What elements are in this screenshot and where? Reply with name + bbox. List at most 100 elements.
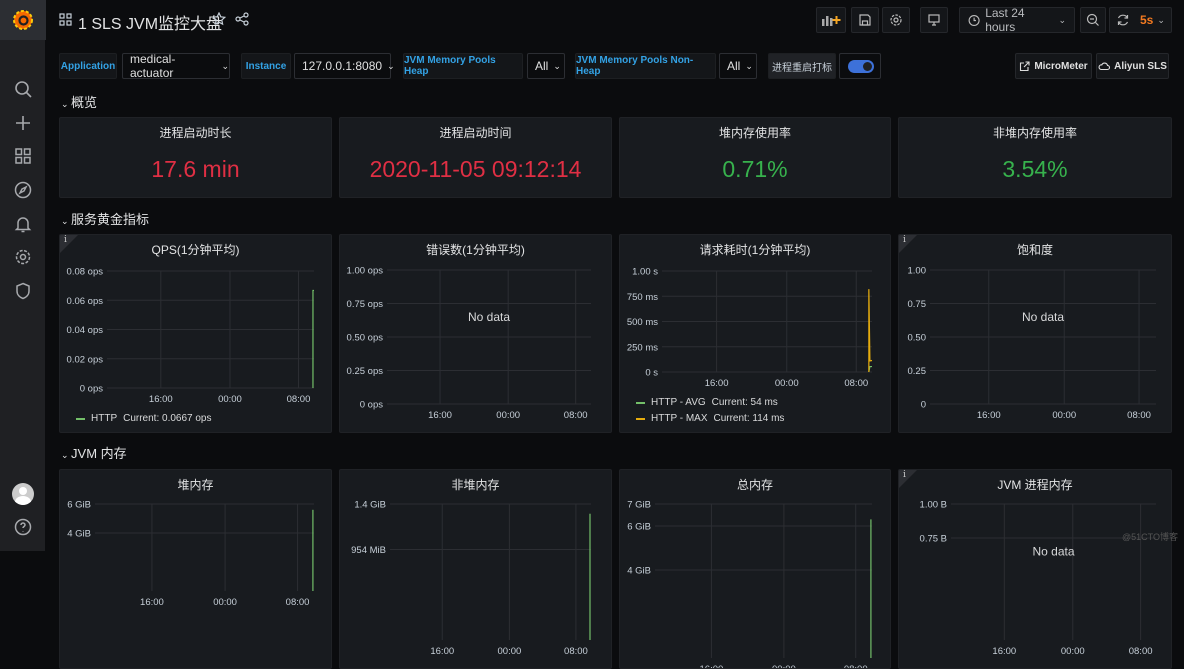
avatar[interactable] [12, 483, 34, 505]
dashboard-title[interactable]: 1 SLS JVM监控大盘 [78, 10, 222, 34]
variable-select-application[interactable]: medical-actuator ⌄ [122, 52, 230, 80]
explore-compass-icon[interactable] [13, 180, 33, 200]
gear-icon[interactable] [13, 247, 33, 267]
stat-panel-heap-usage[interactable]: 堆内存使用率 0.71% [619, 117, 891, 198]
variable-value: All [535, 59, 549, 73]
shield-icon[interactable] [13, 281, 33, 301]
save-icon [859, 14, 871, 26]
graph-panel[interactable]: 请求耗时(1分钟平均) 1.00 s 750 ms 500 ms 250 ms 0 s 16… [619, 234, 891, 433]
chevron-down-icon: ⌄ [553, 60, 561, 71]
stat-value: 2020-11-05 09:12:14 [369, 156, 582, 182]
annotation-toggle[interactable] [839, 53, 881, 79]
star-icon[interactable] [212, 12, 226, 26]
x-tick-label: 00:00 [775, 378, 799, 389]
graph-panel[interactable]: i JVM 进程内存 1.00 B 0.75 B 16:00 00:00 08:00 No d… [898, 469, 1172, 669]
panel-title: 堆内存使用率 [718, 126, 791, 140]
y-tick-label: 0.25 ops [347, 366, 384, 377]
series-line [312, 289, 314, 388]
toggle-switch[interactable] [848, 59, 874, 73]
graph-panel[interactable]: i 饱和度 1.00 0.75 0.50 0.25 0 16:00 00:00 08:00 No d… [898, 234, 1172, 433]
row-title: 服务黄金指标 [71, 212, 150, 227]
x-tick-label: 08:00 [286, 597, 310, 608]
dashboard-settings-button[interactable] [882, 7, 910, 33]
y-tick-label: 4 GiB [67, 529, 91, 540]
no-data-message: No data [1022, 310, 1064, 324]
variable-select-instance[interactable]: 127.0.0.1:8080 ⌄ [294, 53, 395, 79]
watermark: @51CTO博客 [1122, 532, 1178, 542]
no-data-message: No data [1032, 545, 1074, 559]
x-tick-label: 16:00 [705, 378, 729, 389]
graph-panel[interactable]: 总内存7 GiB6 GiB4 GiB16:0000:0008:00 [619, 469, 891, 669]
save-dashboard-button[interactable] [851, 7, 879, 33]
refresh-picker[interactable]: 5s ⌄ [1109, 7, 1172, 33]
legend-item[interactable]: HTTP - AVG Current: 54 ms [636, 397, 778, 408]
y-tick-label: 0.75 B [920, 534, 947, 545]
graph-plot: 1.4 GiB 954 MiB 16:00 00:00 08:00 [351, 500, 591, 657]
x-tick-label: 08:00 [564, 646, 588, 657]
stat-panel-nonheap-usage[interactable]: 非堆内存使用率 3.54% [898, 117, 1172, 198]
link-label: MicroMeter [1034, 60, 1088, 72]
help-icon[interactable] [13, 517, 33, 537]
series-line [868, 289, 873, 372]
link-aliyun-sls[interactable]: Aliyun SLS [1096, 53, 1169, 79]
time-range-picker[interactable]: Last 24 hours ⌄ [959, 6, 1075, 34]
legend-current-value: Current: 0.0667 ops [123, 413, 212, 424]
graph-panel[interactable]: 非堆内存 1.4 GiB 954 MiB 16:00 00:00 08:00 [339, 469, 612, 669]
stat-value: 3.54% [1002, 156, 1068, 182]
search-icon[interactable] [13, 79, 33, 99]
no-data-message: No data [468, 310, 510, 324]
legend-series-name: HTTP [91, 413, 118, 424]
share-icon[interactable] [235, 12, 249, 26]
refresh-icon [1117, 14, 1129, 26]
x-tick-label: 16:00 [428, 410, 452, 421]
variable-value: 127.0.0.1:8080 [302, 59, 383, 73]
panel-title: 进程启动时长 [159, 126, 232, 140]
y-tick-label: 1.00 [908, 266, 927, 277]
y-tick-label: 0 ops [80, 384, 103, 395]
variable-select-heap-pools[interactable]: All ⌄ [527, 53, 565, 79]
row-golden-signals[interactable]: ⌄ 服务黄金指标 [61, 209, 149, 228]
chevron-down-icon: ⌄ [61, 450, 72, 460]
graph-panel[interactable]: 堆内存 6 GiB 4 GiB 16:00 00:00 08:00 [59, 469, 332, 669]
x-tick-label: 00:00 [1061, 646, 1085, 657]
x-tick-label: 16:00 [992, 646, 1016, 657]
stat-value: 0.71% [722, 156, 788, 182]
x-tick-label: 08:00 [1129, 646, 1153, 657]
tv-mode-button[interactable] [920, 7, 948, 33]
bell-icon[interactable] [13, 214, 33, 234]
x-tick-label: 00:00 [213, 597, 237, 608]
plus-icon[interactable] [13, 113, 33, 133]
y-tick-label: 954 MiB [351, 545, 386, 556]
y-tick-label: 6 GiB [627, 522, 651, 533]
annotation-toggle-label: 进程重启打标 [768, 53, 836, 79]
y-tick-label: 250 ms [627, 342, 658, 353]
y-tick-label: 0.08 ops [67, 267, 104, 278]
chevron-down-icon: ⌄ [61, 216, 72, 226]
variable-select-nonheap-pools[interactable]: All ⌄ [719, 53, 757, 79]
graph-panel[interactable]: 错误数(1分钟平均) 1.00 ops 0.75 ops 0.50 ops 0.25 o… [339, 234, 612, 433]
graph-panel[interactable]: i QPS(1分钟平均) 0.08 ops 0.06 ops 0.04 ops 0.02 … [59, 234, 332, 433]
chevron-down-icon: ⌄ [61, 99, 72, 109]
row-jvm-memory[interactable]: ⌄ JVM 内存 [61, 443, 127, 462]
link-micrometer[interactable]: MicroMeter [1015, 53, 1092, 79]
zoom-out-button[interactable] [1080, 7, 1106, 33]
x-tick-label: 00:00 [1052, 410, 1076, 421]
chevron-down-icon: ⌄ [1157, 14, 1165, 25]
dashboards-icon[interactable] [13, 146, 33, 166]
refresh-interval: 5s [1140, 13, 1154, 27]
stat-panel-start-time[interactable]: 进程启动时间 2020-11-05 09:12:14 [339, 117, 612, 198]
legend-swatch [76, 417, 85, 420]
add-panel-button[interactable] [816, 7, 846, 33]
legend-item[interactable]: HTTP Current: 0.0667 ops [76, 413, 212, 424]
stat-panel-uptime[interactable]: 进程启动时长 17.6 min [59, 117, 332, 198]
chevron-down-icon: ⌄ [1058, 14, 1066, 25]
row-title: 概览 [71, 95, 98, 110]
row-overview[interactable]: ⌄ 概览 [61, 92, 97, 111]
add-panel-icon [822, 16, 841, 26]
x-tick-label: 16:00 [149, 394, 173, 405]
y-tick-label: 1.00 B [920, 500, 947, 511]
grafana-logo[interactable] [0, 0, 46, 40]
y-tick-label: 4 GiB [627, 566, 651, 577]
legend-item[interactable]: HTTP - MAX Current: 114 ms [636, 413, 784, 424]
x-tick-label: 00:00 [496, 410, 520, 421]
